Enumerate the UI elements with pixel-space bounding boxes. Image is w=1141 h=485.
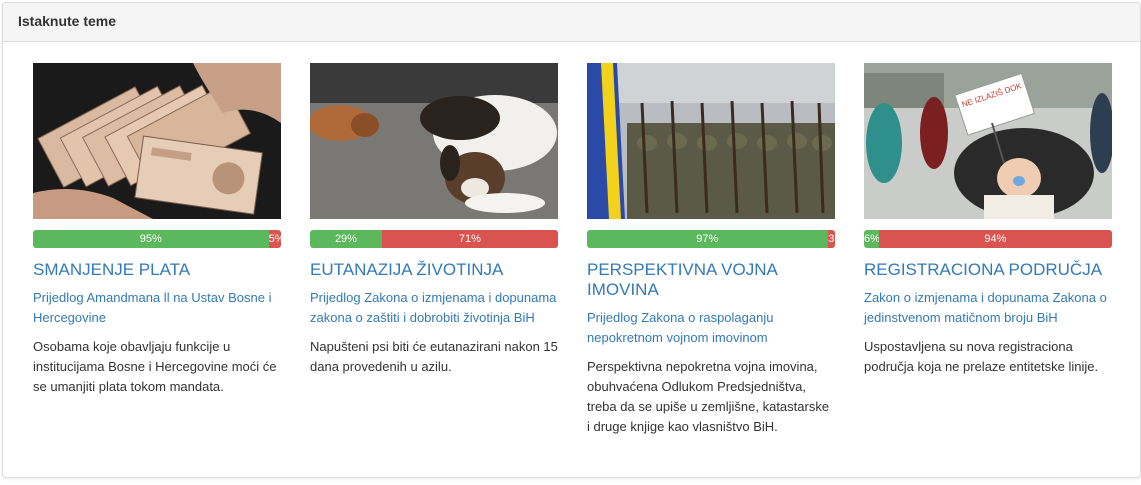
topic-description: Napušteni psi biti će eutanazirani nakon… [310,339,558,374]
topic-title-link[interactable]: EUTANAZIJA ŽIVOTINJA [310,260,558,280]
topic-description: Perspektivna nepokretna vojna imovina, o… [587,359,830,434]
vote-yes-segment: 97% [587,230,828,248]
vote-yes-segment: 95% [33,230,269,248]
topic-title-link[interactable]: SMANJENJE PLATA [33,260,281,280]
vote-yes-segment: 29% [310,230,382,248]
topic-card: 97% 3 PERSPEKTIVNA VOJNA IMOVINA Prijedl… [587,63,835,437]
topic-image-banknotes[interactable] [33,63,281,219]
topic-title-link[interactable]: REGISTRACIONA PODRUČJA [864,260,1112,280]
topic-image-soldiers[interactable] [587,63,835,219]
topic-image-dogs[interactable] [310,63,558,219]
topic-card: NE IZLAZIŠ DOK 6% 94% REGISTRACIONA PODR… [864,63,1112,377]
vote-no-segment: 3 [827,230,835,248]
topic-card: 29% 71% EUTANAZIJA ŽIVOTINJA Prijedlog Z… [310,63,558,377]
vote-yes-segment: 6% [864,230,879,248]
topic-description: Osobama koje obavljaju funkcije u instit… [33,339,277,394]
topic-card: 95% 5% SMANJENJE PLATA Prijedlog Amandma… [33,63,281,397]
vote-no-segment: 5% [268,230,281,248]
featured-topics-panel: Istaknute teme 95% 5 SMANJENJE PLATA Pri… [2,2,1141,478]
vote-result-bar: 29% 71% [310,230,558,248]
vote-result-bar: 6% 94% [864,230,1112,248]
law-proposal-link[interactable]: Zakon o izmjenama i dopunama Zakona o je… [864,288,1112,328]
vote-no-segment: 71% [381,230,558,248]
topic-image-protest[interactable]: NE IZLAZIŠ DOK [864,63,1112,219]
panel-heading: Istaknute teme [3,3,1140,42]
vote-result-bar: 97% 3 [587,230,835,248]
law-proposal-link[interactable]: Prijedlog Zakona o izmjenama i dopunama … [310,288,558,328]
law-proposal-link[interactable]: Prijedlog Amandmana ll na Ustav Bosne i … [33,288,281,328]
law-proposal-link[interactable]: Prijedlog Zakona o raspolaganju nepokret… [587,308,835,348]
vote-no-segment: 94% [878,230,1112,248]
topic-cards: 95% 5% SMANJENJE PLATA Prijedlog Amandma… [3,42,1140,477]
topic-title-link[interactable]: PERSPEKTIVNA VOJNA IMOVINA [587,260,835,300]
topic-description: Uspostavljena su nova registraciona podr… [864,339,1099,374]
vote-result-bar: 95% 5% [33,230,281,248]
